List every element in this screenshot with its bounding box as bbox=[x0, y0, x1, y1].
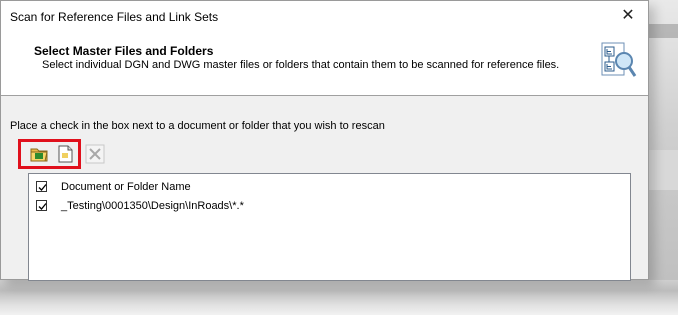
close-button[interactable]: ✕ bbox=[608, 1, 648, 31]
add-document-button[interactable] bbox=[55, 144, 75, 164]
document-list[interactable]: Document or Folder Name _Testing\0001350… bbox=[28, 173, 631, 281]
header-subtitle: Select individual DGN and DWG master fil… bbox=[42, 59, 560, 71]
backdrop-band bbox=[649, 150, 678, 190]
instruction-text: Place a check in the box next to a docum… bbox=[10, 120, 385, 132]
backdrop-band bbox=[649, 24, 678, 38]
list-header-row[interactable]: Document or Folder Name bbox=[29, 178, 630, 196]
backdrop-band bbox=[0, 280, 678, 315]
wizard-header: Select Master Files and Folders Select i… bbox=[1, 31, 648, 96]
select-all-checkbox[interactable] bbox=[36, 181, 47, 192]
column-header-label: Document or Folder Name bbox=[61, 181, 191, 193]
add-folder-button[interactable] bbox=[29, 144, 49, 164]
reference-tree-magnifier-icon bbox=[598, 41, 638, 81]
list-item[interactable]: _Testing\0001350\Design\InRoads\*.* bbox=[29, 197, 630, 215]
remove-icon bbox=[85, 144, 105, 167]
scan-dialog: Scan for Reference Files and Link Sets ✕… bbox=[0, 0, 649, 281]
remove-button[interactable] bbox=[85, 144, 105, 164]
item-checkbox[interactable] bbox=[36, 200, 47, 211]
add-folder-icon bbox=[29, 148, 49, 167]
header-title: Select Master Files and Folders bbox=[34, 44, 214, 58]
add-document-icon bbox=[55, 145, 75, 167]
window-title: Scan for Reference Files and Link Sets bbox=[10, 10, 219, 24]
item-label: _Testing\0001350\Design\InRoads\*.* bbox=[61, 200, 244, 212]
title-bar: Scan for Reference Files and Link Sets ✕ bbox=[1, 1, 648, 31]
